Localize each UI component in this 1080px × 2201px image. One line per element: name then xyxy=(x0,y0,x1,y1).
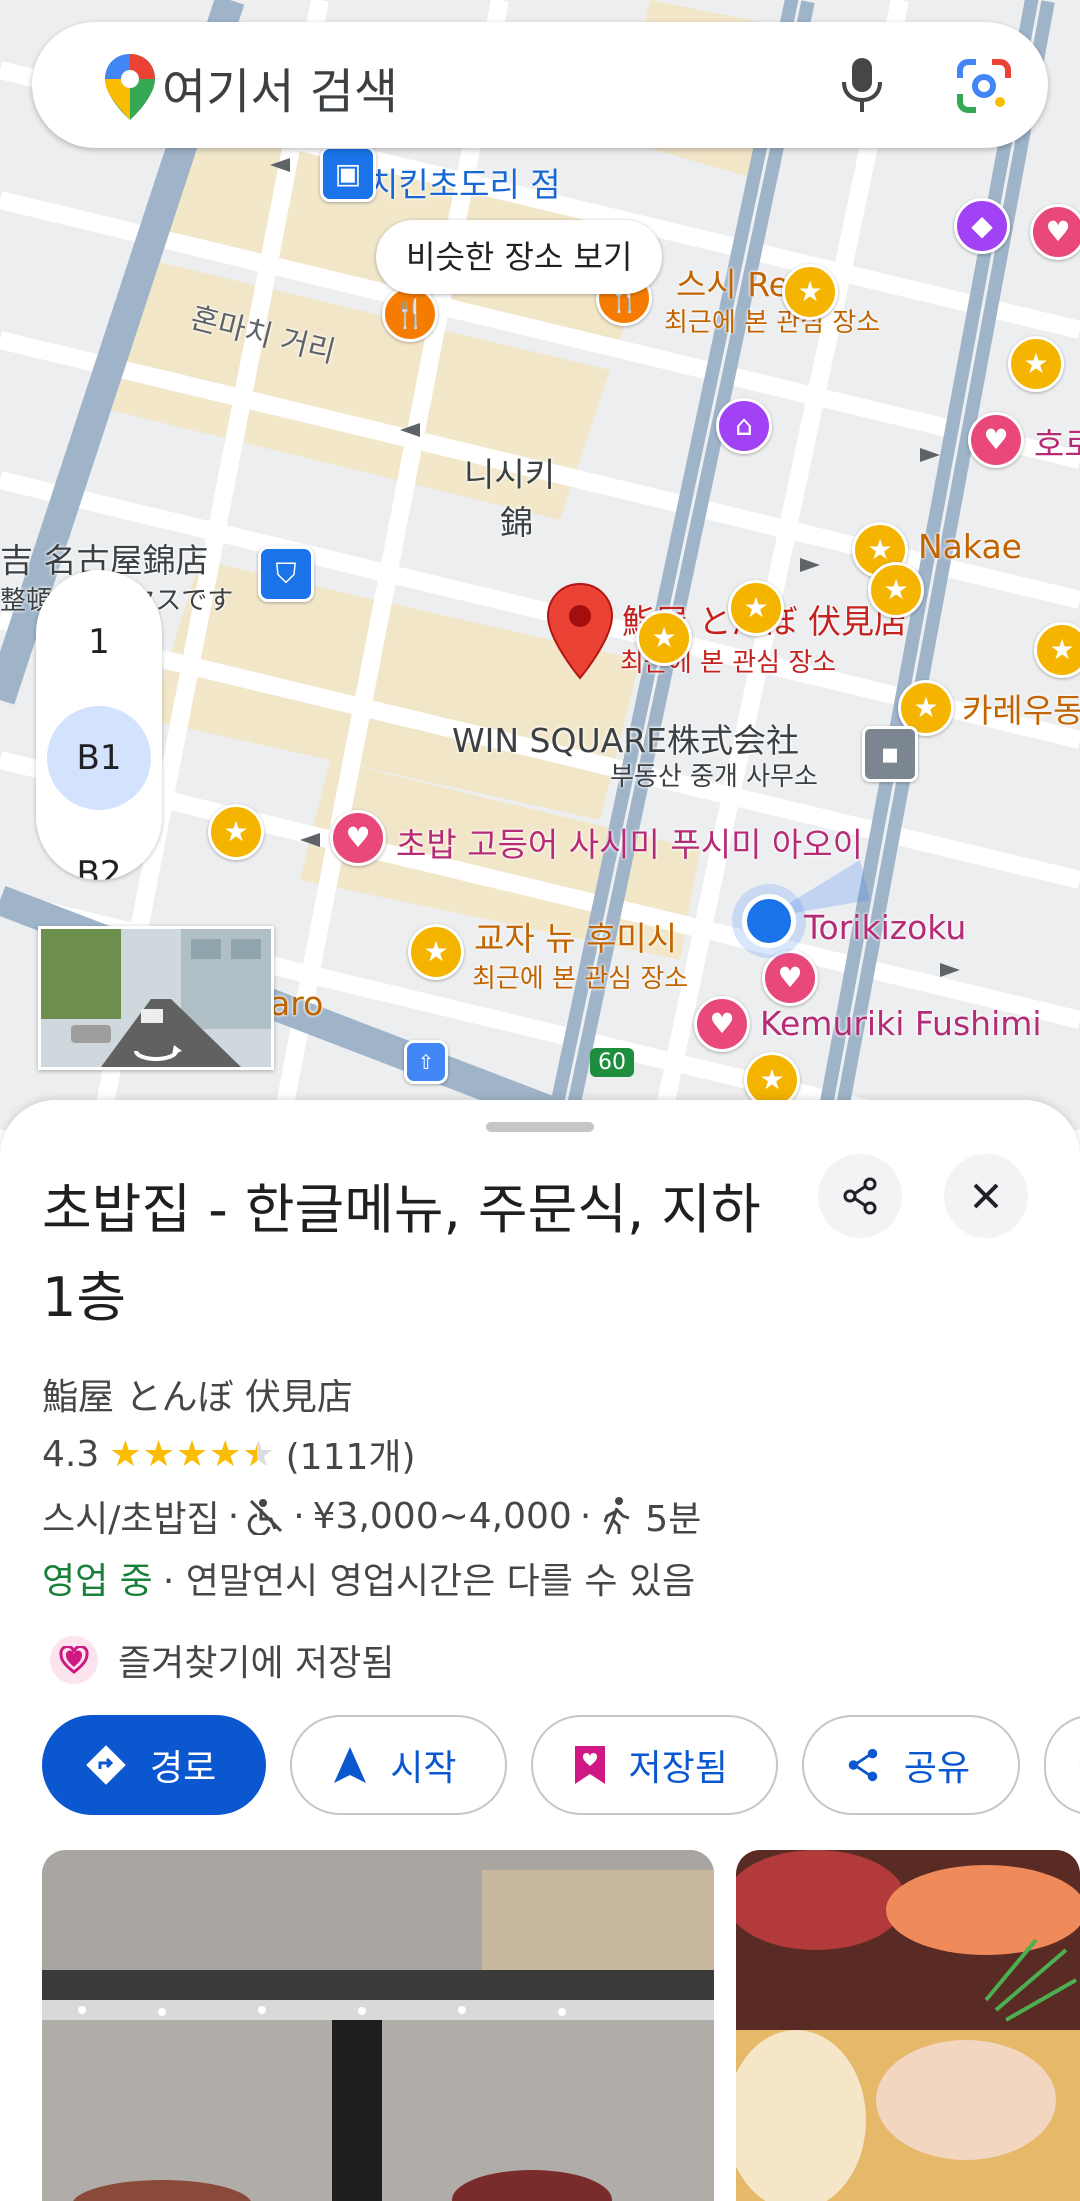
map-label-saba[interactable]: 초밥 고등어 사시미 푸시미 아오이 xyxy=(396,818,863,866)
hours-note: · 연말연시 영업시간은 다를 수 있음 xyxy=(162,1561,696,1602)
review-count[interactable]: (111개) xyxy=(286,1428,416,1480)
map-label-torikizoku[interactable]: Torikizoku xyxy=(804,908,966,947)
map-sublabel-realestate: 부동산 중개 사무소 xyxy=(610,762,818,792)
map-label-aro[interactable]: aro xyxy=(270,984,323,1023)
restaurant-pin-icon[interactable]: 🍴 xyxy=(382,286,438,342)
map-label-horo[interactable]: 호로 xyxy=(1034,418,1080,466)
search-input[interactable]: 여기서 검색 xyxy=(162,52,398,122)
saved-star-pin-icon[interactable]: ★ xyxy=(728,580,784,636)
favorite-heart-pin-icon[interactable]: ♥ xyxy=(1030,204,1080,260)
share-icon xyxy=(844,1745,882,1785)
close-icon xyxy=(973,1183,999,1209)
my-location-dot xyxy=(742,894,796,948)
share-label: 공유 xyxy=(903,1748,971,1789)
place-photo-1[interactable] xyxy=(42,1850,714,2201)
map-label-gyoza[interactable]: 교자 뉴 후미시 xyxy=(474,912,677,960)
open-status: 영업 중 xyxy=(42,1561,153,1602)
parking-pin-icon[interactable]: ⇧ xyxy=(404,1040,448,1084)
close-button[interactable] xyxy=(944,1154,1028,1238)
start-label: 시작 xyxy=(390,1748,457,1789)
saved-star-pin-icon[interactable]: ★ xyxy=(208,804,264,860)
saved-label: 저장됨 xyxy=(628,1748,728,1789)
map-label-chicken[interactable]: 치킨초도리 점 xyxy=(368,158,561,206)
microphone-icon[interactable] xyxy=(840,56,884,114)
map-label-win-square[interactable]: WIN SQUARE株式会社 xyxy=(452,714,799,762)
action-buttons-row: 경로 시작 저장됨 공유 + xyxy=(42,1715,1080,1815)
photo-sushi-plate xyxy=(736,1850,1080,2201)
street-view-thumbnail[interactable] xyxy=(38,926,274,1070)
place-category: 스시/초밥집 xyxy=(42,1499,220,1540)
more-label: + xyxy=(1076,1745,1080,1786)
favorite-heart-pin-icon[interactable]: ♥ xyxy=(330,810,386,866)
shop-pin-icon[interactable]: ▣ xyxy=(320,146,376,202)
museum-pin-icon[interactable]: ⌂ xyxy=(716,398,772,454)
place-title: 초밥집 - 한글메뉴, 주문식, 지하1층 xyxy=(42,1178,761,1329)
attraction-pin-icon[interactable]: ◆ xyxy=(954,198,1010,254)
share-action-button[interactable]: 공유 xyxy=(801,1715,1021,1815)
rating-row[interactable]: 4.3 ★★★★★★ (111개) xyxy=(42,1428,416,1480)
share-button[interactable] xyxy=(818,1154,902,1238)
floor-b1-button[interactable]: B1 xyxy=(47,706,151,810)
saved-list-label: 즐겨찾기에 저장됨 xyxy=(118,1643,395,1684)
street-view-image xyxy=(41,929,271,1067)
floor-b2-button[interactable]: B2 xyxy=(47,822,151,880)
rating-stars-icon: ★★★★★★ xyxy=(109,1433,276,1475)
saved-star-pin-icon[interactable]: ★ xyxy=(1008,336,1064,392)
directions-button[interactable]: 경로 xyxy=(42,1715,267,1815)
start-button[interactable]: 시작 xyxy=(290,1715,507,1815)
share-icon xyxy=(843,1177,877,1215)
more-actions-button[interactable]: + xyxy=(1044,1715,1080,1815)
floor-1-button[interactable]: 1 xyxy=(47,590,151,694)
place-photo-2[interactable] xyxy=(736,1850,1080,2201)
bookmark-heart-icon xyxy=(573,1744,607,1786)
map-sublabel-recent-3: 최근에 본 관심 장소 xyxy=(472,964,689,994)
hours-row[interactable]: 영업 중 · 연말연시 영업시간은 다를 수 있음 xyxy=(42,1552,695,1604)
heart-icon xyxy=(50,1636,98,1684)
map-label-cafe[interactable]: 카레우동 xyxy=(962,684,1080,732)
map-label-kemuriki[interactable]: Kemuriki Fushimi xyxy=(760,1004,1042,1043)
similar-places-chip[interactable]: 비슷한 장소 보기 xyxy=(376,220,663,294)
favorite-heart-pin-icon[interactable]: ♥ xyxy=(968,412,1024,468)
shopping-bag-pin-icon[interactable]: ⛉ xyxy=(258,546,314,602)
map-sublabel-recent-1: 최근에 본 관심 장소 xyxy=(664,308,881,338)
google-maps-logo-icon xyxy=(105,54,155,120)
map-label-sushi-re[interactable]: 스시 Re xyxy=(676,258,789,306)
office-pin-icon[interactable]: ▪ xyxy=(862,726,918,782)
map-label-nakae[interactable]: Nakae xyxy=(918,527,1022,566)
directions-label: 경로 xyxy=(150,1748,217,1789)
saved-list-row[interactable]: 즐겨찾기에 저장됨 xyxy=(50,1634,394,1686)
area-label-nishiki-ja: 錦 xyxy=(500,503,533,542)
saved-star-pin-icon[interactable]: ★ xyxy=(408,924,464,980)
price-range: ¥3,000~4,000 xyxy=(312,1495,572,1537)
selected-place-marker-icon[interactable] xyxy=(544,582,616,682)
walking-icon xyxy=(603,1497,630,1535)
walk-time: 5분 xyxy=(645,1499,702,1540)
floor-selector[interactable]: 1 B1 B2 xyxy=(36,570,162,880)
google-lens-icon[interactable] xyxy=(956,58,1012,114)
directions-icon xyxy=(84,1743,128,1787)
rating-value: 4.3 xyxy=(42,1433,100,1475)
map-view[interactable]: 치킨초도리 점 혼마치 거리 니시키 錦 스시 Re 최근에 본 관심 장소 N… xyxy=(0,0,1080,1130)
search-bar[interactable]: 여기서 검색 xyxy=(32,22,1048,148)
saved-star-pin-icon[interactable]: ★ xyxy=(868,562,924,618)
no-wheelchair-access-icon xyxy=(247,1499,283,1535)
place-details-sheet[interactable]: 초밥집 - 한글메뉴, 주문식, 지하1층 鮨屋 とんぼ 伏見店 4.3 ★★★… xyxy=(0,1100,1080,2201)
route-shield-60: 60 xyxy=(590,1048,634,1077)
category-row: 스시/초밥집 · · ¥3,000~4,000 · 5분 xyxy=(42,1490,701,1542)
navigation-arrow-icon xyxy=(332,1745,368,1785)
saved-button[interactable]: 저장됨 xyxy=(530,1715,778,1815)
sheet-drag-handle[interactable] xyxy=(486,1122,594,1132)
favorite-heart-pin-icon[interactable]: ♥ xyxy=(694,996,750,1052)
favorite-heart-pin-icon[interactable]: ♥ xyxy=(762,950,818,1006)
photo-sushi-counter xyxy=(42,1850,714,2201)
area-label-nishiki: 니시키 xyxy=(464,455,556,494)
saved-star-pin-icon[interactable]: ★ xyxy=(782,264,838,320)
place-subtitle: 鮨屋 とんぼ 伏見店 xyxy=(42,1377,353,1418)
saved-star-pin-icon[interactable]: ★ xyxy=(636,610,692,666)
